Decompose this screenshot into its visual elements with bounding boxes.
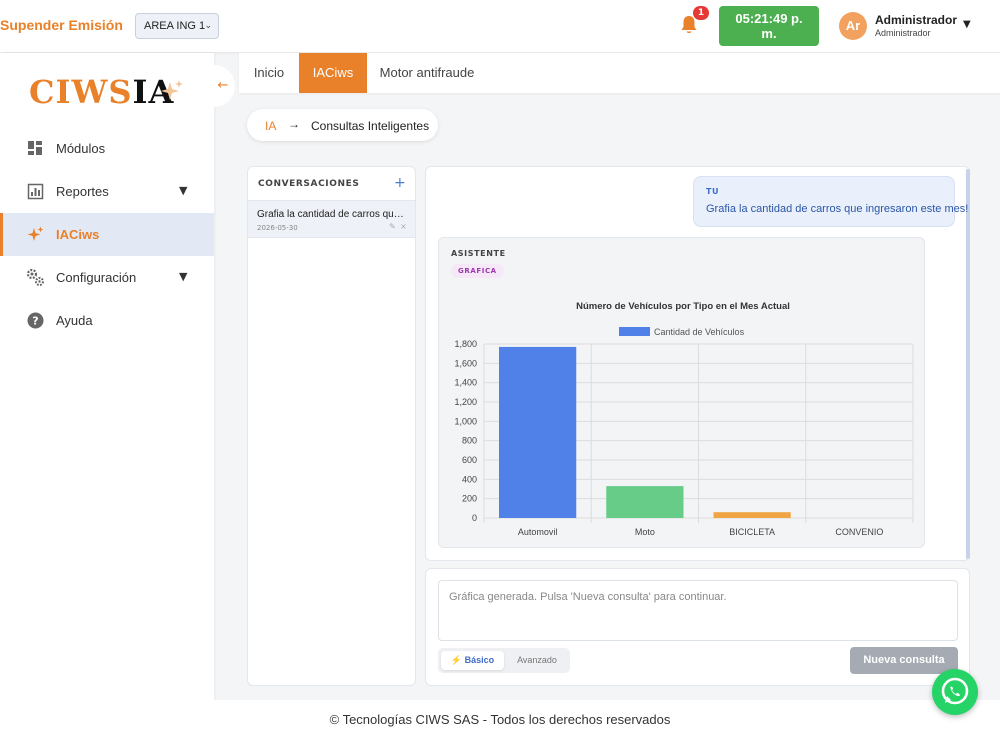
y-tick-label: 1,400 (454, 378, 477, 388)
top-bar: Supender Emisión AREA ING 1 ⌄ 1 05:21:49… (0, 0, 1000, 52)
svg-text:?: ? (32, 315, 38, 328)
logo: CIWSIA (29, 73, 174, 111)
chat-scrollbar[interactable] (966, 169, 970, 559)
x-tick-label: Automovil (518, 527, 558, 537)
breadcrumb-current: Consultas Inteligentes (311, 119, 430, 133)
chart-title: Número de Vehículos por Tipo en el Mes A… (576, 301, 790, 312)
y-tick-label: 1,000 (454, 416, 477, 426)
mode-basic-button[interactable]: ⚡ Básico (441, 651, 504, 670)
y-tick-label: 1,200 (454, 397, 477, 407)
bar-report-icon (27, 183, 44, 200)
tab-bar: Inicio IACiws Motor antifraude (239, 53, 1000, 93)
caret-down-icon: ▼ (179, 184, 188, 197)
whatsapp-icon (941, 677, 969, 705)
area-select-value: AREA ING 1 (144, 20, 206, 32)
breadcrumb-root-link[interactable]: IA (265, 119, 276, 133)
mode-advanced-button[interactable]: Avanzado (506, 651, 568, 670)
chart-legend-swatch[interactable] (619, 327, 650, 336)
caret-down-icon: ▼ (179, 270, 188, 283)
conversation-list-item[interactable]: Grafia la cantidad de carros que ingresa… (248, 200, 415, 238)
user-name[interactable]: Administrador (875, 13, 957, 27)
sidebar-item-label: IACiws (56, 227, 100, 242)
chart-bar[interactable] (606, 486, 684, 518)
clock-display: 05:21:49 p. m. (719, 6, 819, 46)
conversation-title: Grafia la cantidad de carros que ingresa… (257, 209, 407, 220)
sidebar-collapse-arrow-icon[interactable]: ← (211, 65, 235, 107)
sidebar-item-ayuda[interactable]: ? Ayuda (0, 299, 214, 342)
breadcrumb: IA → Consultas Inteligentes (247, 109, 438, 141)
user-message-bubble: TU Grafia la cantidad de carros que ingr… (693, 176, 968, 227)
gears-icon (26, 268, 44, 286)
sidebar-item-label: Reportes (56, 184, 109, 199)
dashboard-icon (28, 141, 42, 155)
y-tick-label: 1,800 (454, 339, 477, 349)
sidebar-item-label: Configuración (56, 270, 137, 285)
conversation-date: 2026-05-30 (257, 224, 298, 232)
y-tick-label: 800 (462, 436, 477, 446)
tab-iaciws[interactable]: IACiws (299, 53, 367, 93)
user-menu-caret-icon[interactable]: ▼ (963, 19, 971, 30)
arrow-right-icon: → (288, 117, 300, 131)
delete-icon[interactable]: × (400, 222, 407, 231)
tab-motor-antifraude[interactable]: Motor antifraude (367, 53, 487, 93)
y-tick-label: 600 (462, 455, 477, 465)
conversations-heading: CONVERSACIONES (258, 179, 360, 189)
clock-line-2: m. (761, 26, 777, 41)
footer: © Tecnologías CIWS SAS - Todos los derec… (0, 700, 1000, 739)
chart-legend-label: Cantidad de Vehículos (654, 327, 745, 337)
sidebar-item-modulos[interactable]: Módulos (0, 127, 214, 170)
tab-inicio[interactable]: Inicio (239, 53, 299, 93)
area-select[interactable]: AREA ING 1 ⌄ (135, 13, 219, 39)
sidebar-item-iaciws[interactable]: IACiws (0, 213, 214, 256)
avatar[interactable]: Ar (839, 12, 867, 40)
user-message-tag: TU (706, 187, 719, 196)
x-tick-label: CONVENIO (835, 527, 883, 537)
chevron-down-icon: ⌄ (204, 20, 212, 30)
clock-line-1: 05:21:49 p. (735, 11, 803, 26)
bar-chart: Número de Vehículos por Tipo en el Mes A… (454, 301, 914, 537)
x-tick-label: BICICLETA (729, 527, 775, 537)
y-tick-label: 200 (462, 494, 477, 504)
sidebar-item-reportes[interactable]: Reportes ▼ (0, 170, 214, 213)
y-tick-label: 400 (462, 474, 477, 484)
user-message-text: Grafia la cantidad de carros que ingresa… (706, 203, 969, 215)
sidebar-item-configuracion[interactable]: Configuración ▼ (0, 256, 214, 299)
sidebar-item-label: Módulos (56, 141, 106, 156)
edit-pencil-icon[interactable]: ✎ (389, 222, 396, 231)
sparkle-logo-icon (161, 80, 183, 100)
y-tick-label: 0 (472, 513, 477, 523)
chart-bar[interactable] (713, 512, 791, 518)
suspend-emission-button[interactable]: Supender Emisión (0, 17, 123, 33)
chart-bar[interactable] (499, 346, 577, 518)
notification-count-badge: 1 (693, 6, 709, 20)
add-conversation-button[interactable]: + (394, 175, 406, 191)
user-role: Administrador (875, 28, 931, 38)
message-input[interactable]: Gráfica generada. Pulsa 'Nueva consulta'… (438, 580, 958, 641)
logo-primary: CIWS (29, 73, 133, 111)
y-tick-label: 1,600 (454, 358, 477, 368)
whatsapp-button[interactable] (932, 669, 978, 715)
sidebar-item-label: Ayuda (56, 313, 93, 328)
x-tick-label: Moto (635, 527, 655, 537)
sidebar: CIWSIA Módulos Reportes ▼ IACiws Configu… (0, 53, 214, 700)
conversations-panel: CONVERSACIONES + Grafia la cantidad de c… (247, 166, 416, 686)
assistant-message: ASISTENTE GRAFICA Número de Vehículos po… (438, 237, 925, 548)
help-icon: ? (27, 312, 44, 329)
sparkle-icon (27, 226, 44, 241)
